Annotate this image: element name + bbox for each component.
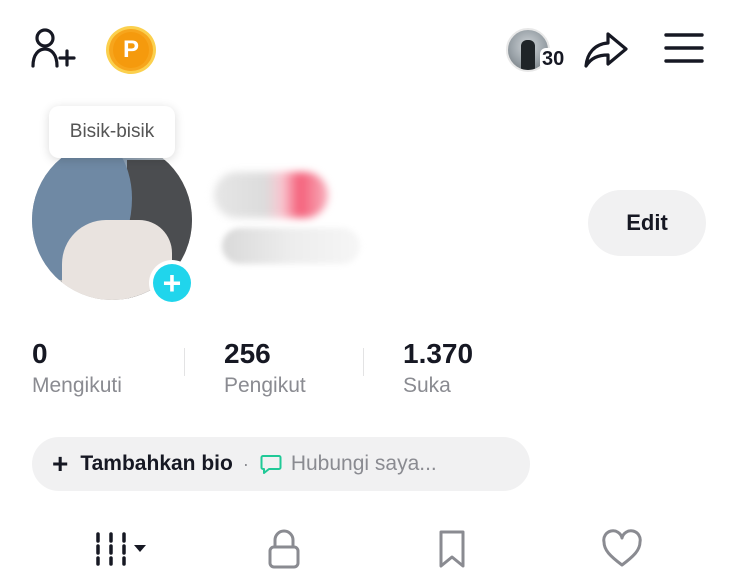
- note-tooltip[interactable]: Bisik-bisik: [49, 106, 175, 158]
- username-redacted: [222, 228, 360, 264]
- add-user-icon[interactable]: [30, 26, 78, 70]
- plus-icon: +: [52, 448, 69, 479]
- bookmark-icon: [439, 530, 465, 568]
- stat-divider: [363, 348, 364, 376]
- heart-icon: [602, 529, 642, 567]
- add-bio-label[interactable]: Tambahkan bio: [80, 452, 232, 476]
- stat-value: 1.370: [403, 338, 474, 369]
- chat-icon: [260, 455, 282, 474]
- stat-label: Mengikuti: [32, 374, 122, 397]
- stat-following[interactable]: 0 Mengikuti: [32, 338, 122, 398]
- visitor-count: 30: [540, 48, 567, 71]
- tab-saved[interactable]: [422, 528, 482, 570]
- stat-likes[interactable]: 1.370 Suka: [403, 338, 473, 398]
- bio-bar[interactable]: + Tambahkan bio · Hubungi saya...: [32, 437, 530, 491]
- top-bar: P 30: [0, 0, 738, 100]
- profile-tabs: [0, 520, 738, 577]
- stat-value: 256: [224, 338, 271, 369]
- stat-followers[interactable]: 256 Pengikut: [224, 338, 306, 398]
- menu-icon[interactable]: [664, 30, 704, 66]
- share-icon[interactable]: [582, 28, 630, 72]
- tab-private[interactable]: [254, 528, 314, 570]
- profile-visitors-button[interactable]: 30: [506, 26, 572, 74]
- display-name-redacted: [214, 172, 328, 218]
- edit-profile-button[interactable]: Edit: [588, 190, 706, 256]
- stat-label: Suka: [403, 374, 451, 397]
- videos-grid-icon: [96, 532, 146, 566]
- contact-label[interactable]: Hubungi saya...: [291, 452, 437, 476]
- tab-liked[interactable]: [592, 528, 652, 570]
- stat-label: Pengikut: [224, 374, 306, 397]
- bio-separator: ·: [242, 453, 249, 474]
- coin-letter: P: [113, 32, 149, 68]
- stat-value: 0: [32, 338, 48, 369]
- tab-videos[interactable]: [92, 528, 152, 570]
- coin-icon[interactable]: P: [106, 26, 156, 74]
- stat-divider: [184, 348, 185, 376]
- visitor-figure: [521, 40, 535, 70]
- lock-icon: [268, 529, 300, 569]
- add-avatar-button[interactable]: +: [149, 260, 195, 306]
- plus-icon: +: [153, 264, 191, 302]
